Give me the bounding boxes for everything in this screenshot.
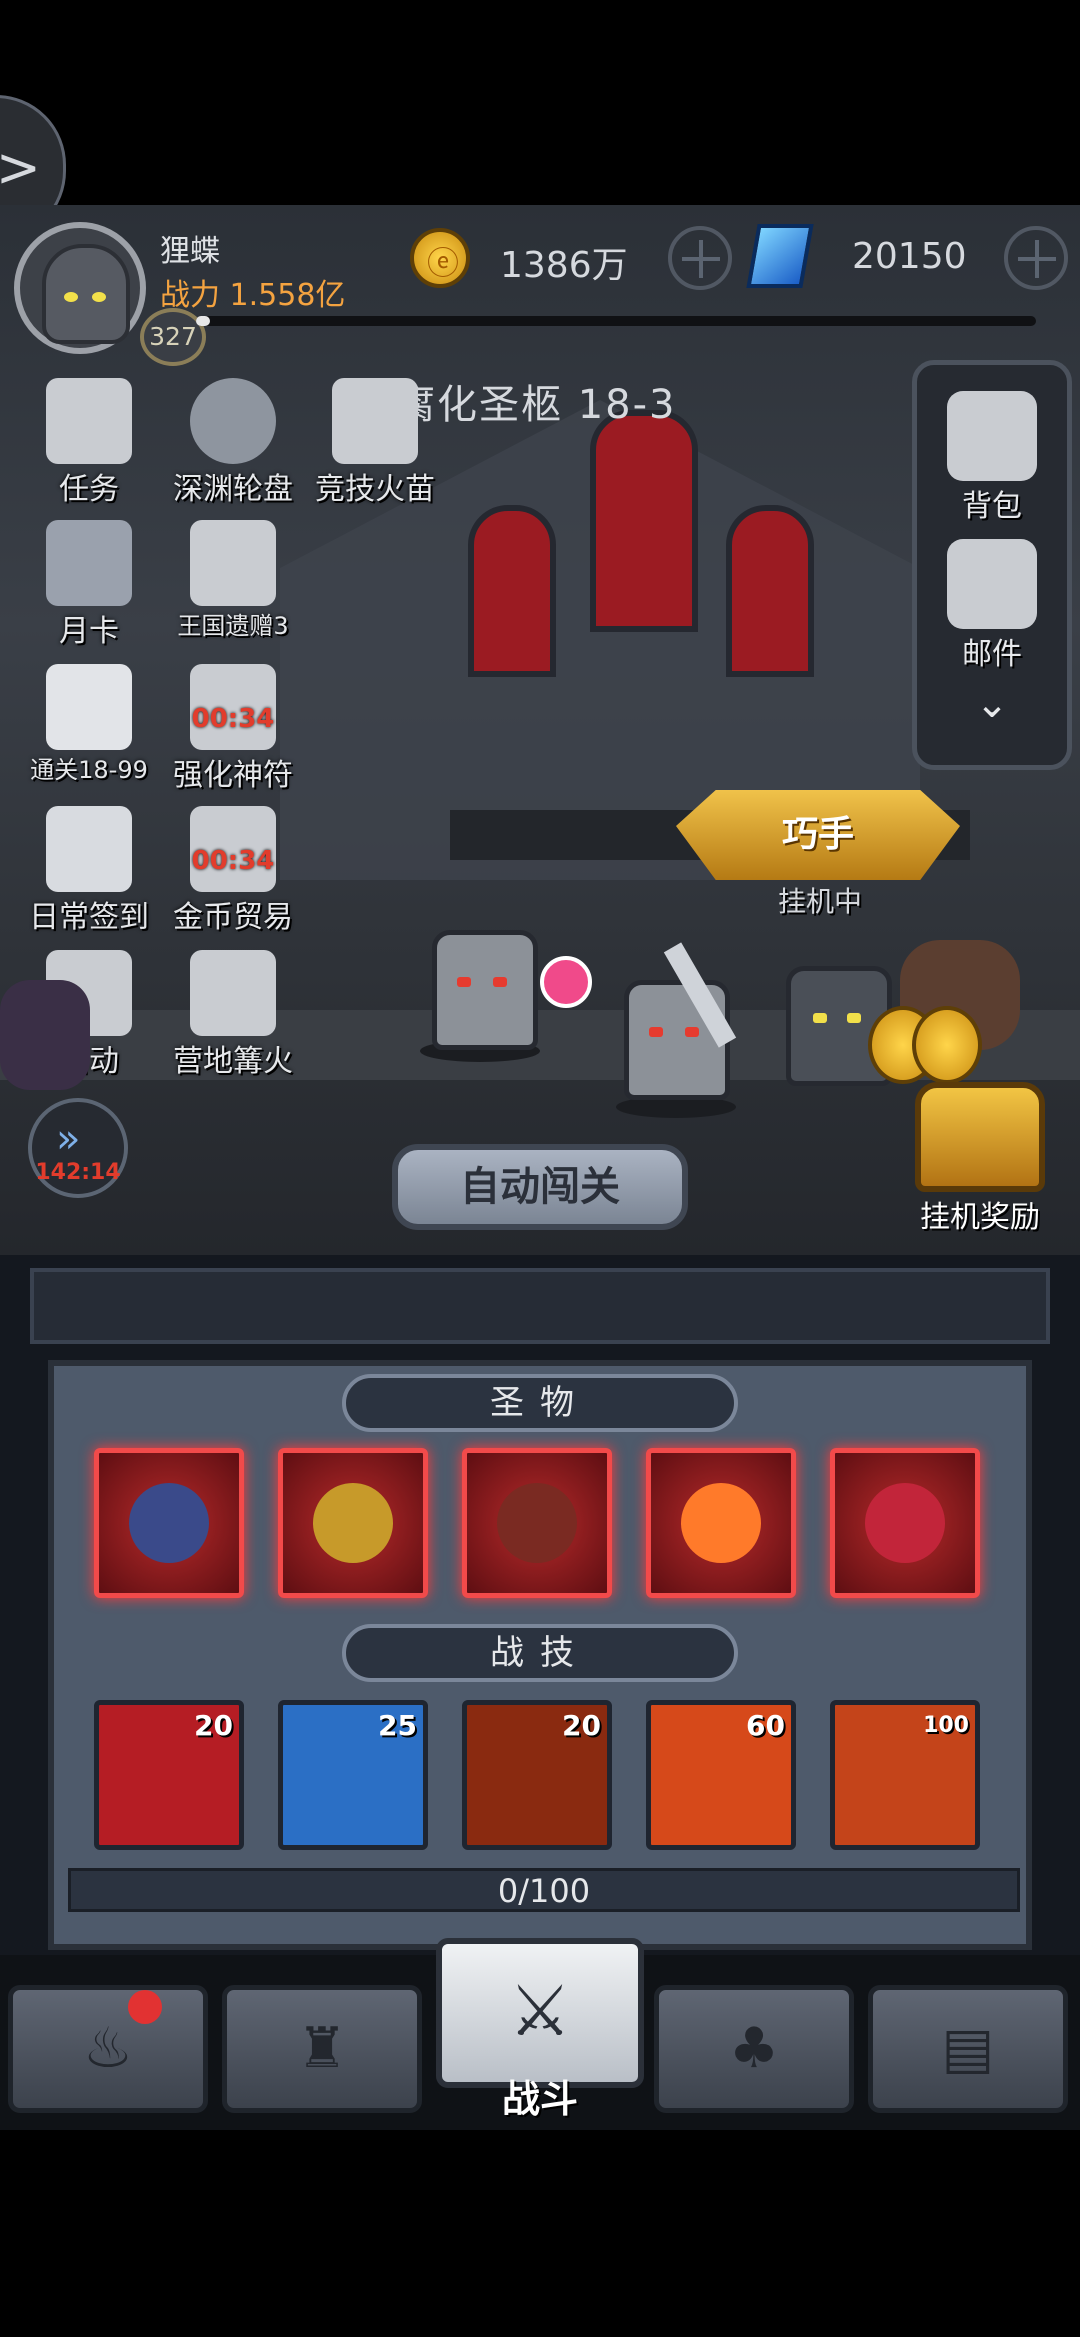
shield-relic-icon: [497, 1483, 577, 1563]
bottom-blank: [0, 2130, 1080, 2337]
relic-slot[interactable]: [278, 1448, 428, 1598]
gem-icon: [746, 224, 814, 288]
gold-coin-icon: [410, 228, 470, 288]
skill-slot-demon[interactable]: 20: [462, 1700, 612, 1850]
nav-battle-label: 战斗: [501, 2077, 578, 2121]
menu-backpack[interactable]: 背包: [917, 391, 1067, 525]
locked-icon: 00:34: [190, 664, 276, 750]
menu-task[interactable]: 任务: [14, 378, 164, 508]
add-gem-button[interactable]: [1004, 226, 1068, 290]
auto-challenge-button[interactable]: 自动闯关: [392, 1144, 688, 1230]
wheel-icon: [190, 378, 276, 464]
nav-forest-button[interactable]: ♣: [654, 1985, 854, 2113]
enemy-spider: [0, 980, 90, 1090]
nav-campfire-button[interactable]: ♨: [8, 1985, 208, 2113]
orb-relic-icon: [865, 1483, 945, 1563]
relic-slot[interactable]: [646, 1448, 796, 1598]
right-menu-panel: 背包 邮件 ⌄: [912, 360, 1072, 770]
gold-amount: 1386万: [500, 245, 628, 286]
nav-battle-button[interactable]: ⚔: [436, 1938, 644, 2088]
notification-dot: [128, 1990, 162, 2024]
fast-forward-icon: »: [56, 1116, 81, 1162]
menu-clear-reward[interactable]: 通关18-99: [14, 664, 164, 785]
castle-window: [726, 505, 814, 677]
relic-slot[interactable]: [830, 1448, 980, 1598]
locked-icon: [332, 378, 418, 464]
nav-heroes-button[interactable]: ♜: [222, 1985, 422, 2113]
dragon-relic-icon: [313, 1483, 393, 1563]
locked-icon: [190, 520, 276, 606]
speed-up-button[interactable]: » 142:14: [28, 1098, 128, 1198]
menu-arena-flame[interactable]: 竞技火苗: [300, 378, 450, 508]
player-avatar[interactable]: [14, 222, 146, 354]
menu-rune-upgrade[interactable]: 00:34 强化神符: [158, 664, 308, 794]
hero-knight: [432, 930, 538, 1050]
locked-icon: 00:34: [190, 806, 276, 892]
backpack-icon: [947, 391, 1037, 481]
menu-monthly-card[interactable]: 月卡: [14, 520, 164, 650]
top-bar: [0, 0, 1080, 205]
skill-slot-boot[interactable]: 25: [278, 1700, 428, 1850]
skill-energy-progress: 0/100: [68, 1868, 1020, 1912]
horn-relic-icon: [129, 1483, 209, 1563]
fire-relic-icon: [681, 1483, 761, 1563]
nav-chest-button[interactable]: ▤: [868, 1985, 1068, 2113]
menu-gold-trade[interactable]: 00:34 金币贸易: [158, 806, 308, 936]
relics-tab: 圣物: [342, 1374, 738, 1432]
skill-slot-burst[interactable]: 60: [646, 1700, 796, 1850]
chevron-down-icon[interactable]: ⌄: [917, 681, 1067, 727]
treasure-chest-icon[interactable]: [915, 1082, 1045, 1192]
castle-window: [590, 410, 698, 632]
skill-slot-blade[interactable]: 20: [94, 1700, 244, 1850]
locked-icon: [190, 950, 276, 1036]
campfire-icon: ♨: [82, 2016, 134, 2081]
menu-daily-checkin[interactable]: 日常签到: [14, 806, 164, 936]
gem-amount: 20150: [852, 236, 967, 277]
pine-trees-icon: ♣: [728, 2016, 780, 2081]
panel-header-decor: [30, 1268, 1050, 1344]
player-name: 狸蝶: [160, 234, 220, 269]
title-banner-label: 巧手: [781, 814, 854, 855]
crossed-swords-icon: ⚔: [508, 1970, 572, 2052]
gift-icon: [46, 664, 132, 750]
idle-status: 挂机中: [777, 885, 862, 918]
exp-bar-fill: [196, 316, 210, 326]
menu-abyss-wheel[interactable]: 深渊轮盘: [158, 378, 308, 508]
idle-reward-label: 挂机奖励: [920, 1200, 1040, 1235]
helmet-horns-icon: ♜: [296, 2016, 348, 2081]
menu-mail[interactable]: 邮件: [917, 539, 1067, 673]
coin-drop-icon: [912, 1006, 982, 1084]
mailbox-icon: [947, 539, 1037, 629]
castle-window: [468, 505, 556, 677]
card-icon: [46, 520, 132, 606]
relic-slot[interactable]: [462, 1448, 612, 1598]
skill-slot-dragon[interactable]: 100: [830, 1700, 980, 1850]
fairy-companion: [540, 956, 592, 1008]
chevron-right-icon: >: [0, 136, 41, 199]
exp-bar: [196, 316, 1036, 326]
relic-slot[interactable]: [94, 1448, 244, 1598]
treasure-chest-icon: ▤: [941, 2016, 995, 2081]
menu-kingdom-legacy[interactable]: 王国遗赠3: [158, 520, 308, 641]
knight-helmet-icon: [42, 244, 130, 344]
player-power: 战力 1.558亿: [160, 278, 346, 313]
scroll-pen-icon: [46, 806, 132, 892]
add-gold-button[interactable]: [668, 226, 732, 290]
menu-campfire[interactable]: 营地篝火: [158, 950, 308, 1080]
player-level-badge: 327: [140, 308, 206, 366]
scroll-icon: [46, 378, 132, 464]
skills-tab: 战技: [342, 1624, 738, 1682]
